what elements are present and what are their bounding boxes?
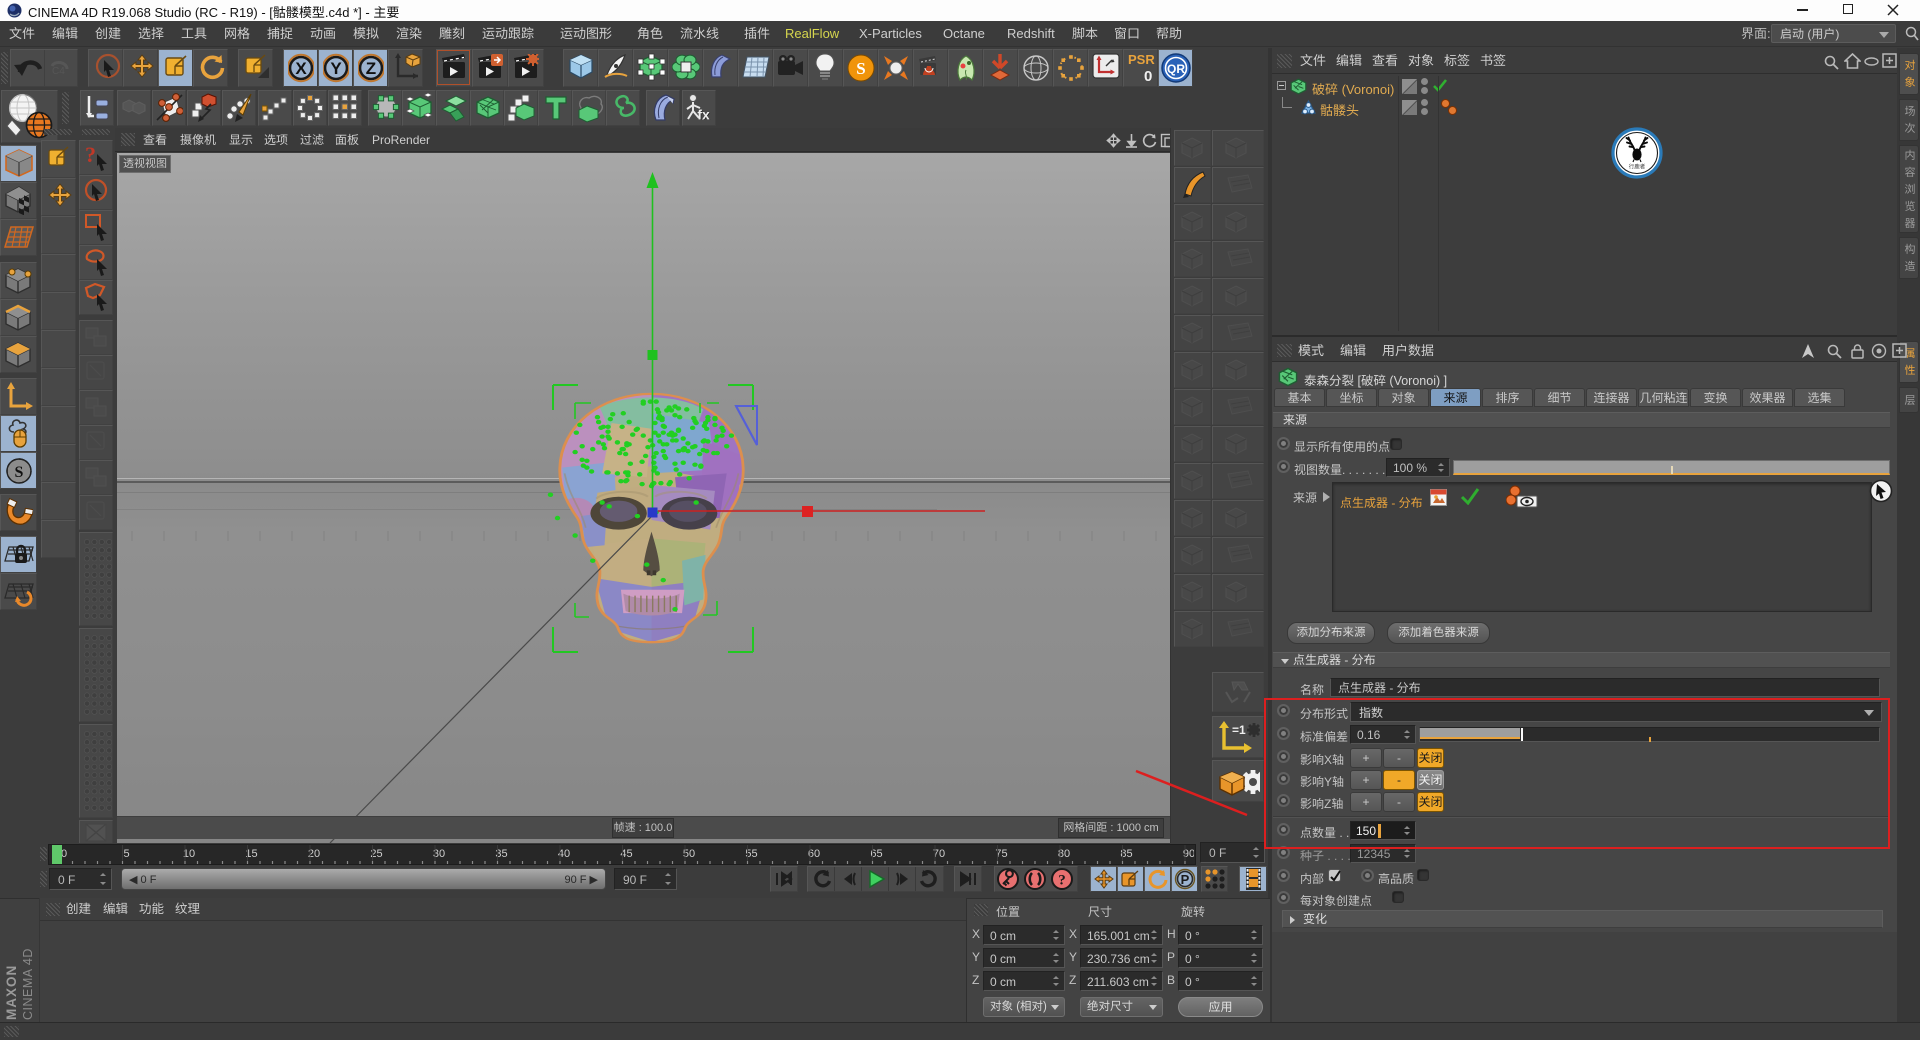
svg-text:fx: fx [697, 106, 710, 122]
svg-text:QR: QR [1167, 62, 1185, 76]
svg-text:?: ? [85, 142, 96, 167]
svg-text:S: S [15, 464, 24, 481]
svg-text:0: 0 [1144, 68, 1152, 85]
svg-text:Y: Y [330, 59, 342, 78]
svg-text:X: X [295, 59, 307, 78]
svg-text:S: S [856, 59, 865, 78]
svg-text:?: ? [1058, 873, 1066, 889]
svg-text:C4: C4 [52, 66, 65, 77]
svg-text:CINEMA 4D: CINEMA 4D [21, 948, 35, 1020]
svg-text:P: P [1181, 872, 1190, 887]
svg-text:Z: Z [366, 59, 376, 78]
svg-text:MAXON: MAXON [4, 965, 19, 1020]
svg-text:行鹿者: 行鹿者 [1629, 163, 1646, 171]
svg-text:PSR: PSR [1128, 52, 1155, 67]
svg-text:=1: =1 [1232, 723, 1246, 737]
svg-text:5: 5 [123, 848, 129, 860]
